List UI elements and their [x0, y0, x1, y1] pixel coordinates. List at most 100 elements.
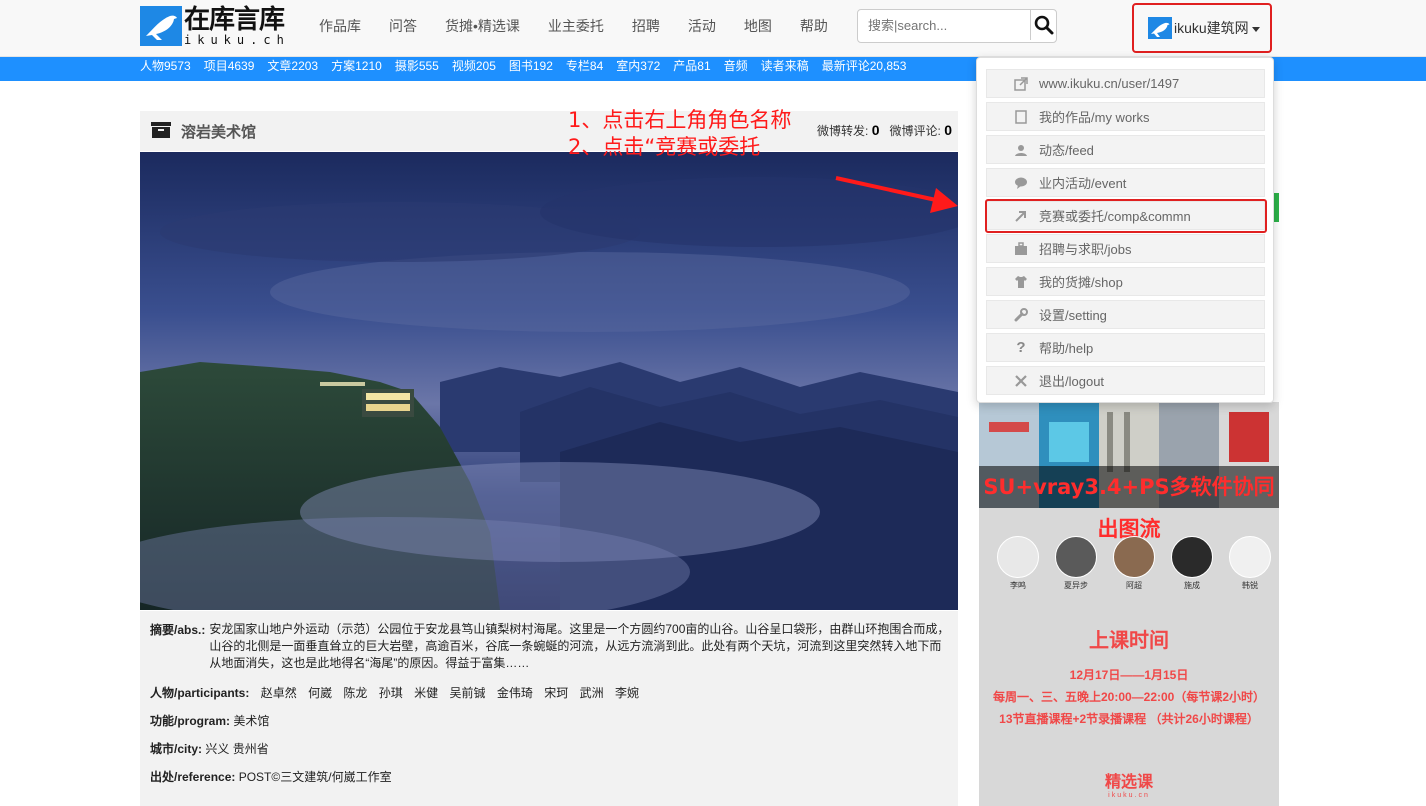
weibo-comment-count: 0 — [944, 122, 952, 138]
teacher-avatar — [1055, 536, 1097, 578]
participant-link[interactable]: 金伟琦 — [497, 686, 533, 700]
teacher-avatar — [1113, 536, 1155, 578]
works-icon — [1013, 109, 1029, 125]
annotation-step2: 2、点击“竞赛或委托 — [568, 135, 761, 159]
top-header: 在库言库 ikuku.ch 作品库 问答 货摊•精选课 业主委托 招聘 活动 地… — [0, 0, 1426, 57]
stat-columns[interactable]: 专栏84 — [566, 57, 603, 81]
teacher-item: 施成 — [1163, 536, 1221, 591]
menu-item-label: 我的货摊/shop — [1039, 275, 1123, 290]
chat-bubble-icon — [1013, 175, 1029, 191]
search-box — [857, 9, 1057, 43]
nav-map[interactable]: 地图 — [730, 0, 786, 56]
stat-photography[interactable]: 摄影555 — [395, 57, 439, 81]
participant-link[interactable]: 宋珂 — [544, 686, 568, 700]
stat-latest-comments[interactable]: 最新评论20,853 — [822, 57, 907, 81]
menu-item-setting[interactable]: 设置/setting — [986, 300, 1265, 329]
site-logo[interactable]: 在库言库 ikuku.ch — [140, 6, 290, 46]
nav-jobs[interactable]: 招聘 — [618, 0, 674, 56]
nav-help[interactable]: 帮助 — [786, 0, 842, 56]
question-icon: ? — [1016, 339, 1026, 356]
city-label: 城市/city: — [150, 742, 203, 756]
stat-products[interactable]: 产品81 — [673, 57, 710, 81]
menu-item-label: 帮助/help — [1039, 341, 1094, 356]
teacher-item: 阿超 — [1105, 536, 1163, 591]
article-meta: 摘要/abs.: 安龙国家山地户外运动（示范）公园位于安龙县笃山镇梨树村海尾。这… — [140, 611, 958, 806]
class-schedule: 每周一、三、五晚上20:00—22:00（每节课2小时） — [992, 690, 1266, 704]
reference-value: POST©三文建筑/何崴工作室 — [238, 770, 392, 784]
menu-item-label: 退出/logout — [1039, 374, 1105, 389]
participant-link[interactable]: 何崴 — [308, 686, 332, 700]
teacher-item: 李鸣 — [989, 536, 1047, 591]
menu-item-label: 招聘与求职/jobs — [1039, 242, 1132, 257]
menu-item-label: 业内活动/event — [1039, 176, 1127, 191]
nav-works[interactable]: 作品库 — [305, 0, 375, 56]
menu-item-profile-url[interactable]: www.ikuku.cn/user/1497 — [986, 69, 1265, 98]
city-row: 城市/city: 兴义 贵州省 — [150, 740, 269, 757]
abstract-row: 摘要/abs.: 安龙国家山地户外运动（示范）公园位于安龙县笃山镇梨树村海尾。这… — [150, 621, 950, 672]
participant-link[interactable]: 孙琪 — [379, 686, 403, 700]
participant-link[interactable]: 陈龙 — [343, 686, 367, 700]
participant-link[interactable]: 吴前铖 — [450, 686, 486, 700]
teacher-list: 李鸣 夏异步 阿超 施成 韩锐 — [989, 536, 1279, 591]
course-ad[interactable]: SU+vray3.4+PS多软件协同出图流 李鸣 夏异步 阿超 施成 韩锐 上课… — [979, 402, 1279, 806]
nav-events[interactable]: 活动 — [674, 0, 730, 56]
stat-articles[interactable]: 文章2203 — [267, 57, 318, 81]
stat-books[interactable]: 图书192 — [509, 57, 553, 81]
external-link-icon — [1013, 76, 1029, 92]
stat-interior[interactable]: 室内372 — [616, 57, 660, 81]
green-accent — [1274, 193, 1279, 222]
program-value[interactable]: 美术馆 — [233, 714, 269, 728]
feed-icon — [1013, 142, 1029, 158]
ad-banner-text: SU+vray3.4+PS多软件协同出图流 — [979, 466, 1279, 541]
search-button[interactable] — [1030, 10, 1056, 40]
teacher-name: 韩锐 — [1242, 581, 1258, 590]
stat-people[interactable]: 人物9573 — [140, 57, 191, 81]
nav-shop-courses[interactable]: 货摊•精选课 — [431, 0, 534, 56]
class-count: 13节直播课程+2节录播课程 （共计26小时课程） — [999, 712, 1259, 726]
wrench-icon — [1013, 307, 1029, 323]
nav-commission[interactable]: 业主委托 — [534, 0, 618, 56]
hero-photo[interactable] — [140, 152, 958, 610]
nav-qa[interactable]: 问答 — [375, 0, 431, 56]
class-date-range: 12月17日——1月15日 — [1069, 668, 1189, 682]
search-input[interactable] — [858, 10, 1030, 40]
participant-link[interactable]: 赵卓然 — [261, 686, 297, 700]
bird-logo-icon — [140, 6, 182, 46]
menu-item-logout[interactable]: 退出/logout — [986, 366, 1265, 395]
article-title: 溶岩美术馆 — [181, 124, 257, 141]
ad-footer: 精选课 ikuku.cn — [979, 768, 1279, 799]
close-icon — [1013, 373, 1029, 389]
city-value[interactable]: 兴义 贵州省 — [205, 742, 268, 756]
stat-projects[interactable]: 项目4639 — [204, 57, 255, 81]
participant-link[interactable]: 李婉 — [615, 686, 639, 700]
stat-schemes[interactable]: 方案1210 — [331, 57, 382, 81]
abstract-text: 安龙国家山地户外运动（示范）公园位于安龙县笃山镇梨树村海尾。这里是一个方圆约70… — [209, 622, 950, 670]
stat-video[interactable]: 视频205 — [452, 57, 496, 81]
teacher-avatar — [1229, 536, 1271, 578]
menu-item-help[interactable]: ? 帮助/help — [986, 333, 1265, 362]
menu-item-event[interactable]: 业内活动/event — [986, 168, 1265, 197]
ad-footer-label: 精选课 — [1104, 774, 1153, 791]
menu-item-jobs[interactable]: 招聘与求职/jobs — [986, 234, 1265, 263]
menu-item-label: 动态/feed — [1039, 143, 1094, 158]
user-avatar — [1148, 17, 1172, 39]
user-menu-toggle[interactable]: ikuku建筑网 — [1132, 3, 1272, 53]
participant-link[interactable]: 武洲 — [580, 686, 604, 700]
weibo-comment-label: 微博评论: — [889, 124, 941, 138]
participant-link[interactable]: 米健 — [414, 686, 438, 700]
program-label: 功能/program: — [150, 714, 231, 728]
stat-audio[interactable]: 音频 — [724, 57, 748, 81]
stat-reader-posts[interactable]: 读者来稿 — [761, 57, 809, 81]
class-time-title: 上课时间 — [1089, 630, 1169, 652]
teacher-name: 施成 — [1184, 581, 1200, 590]
menu-item-shop[interactable]: 我的货摊/shop — [986, 267, 1265, 296]
participants-row: 人物/participants: 赵卓然 何崴 陈龙 孙琪 米健 吴前铖 金伟琦… — [150, 684, 639, 701]
reference-row: 出处/reference: POST©三文建筑/何崴工作室 — [150, 768, 392, 785]
menu-item-my-works[interactable]: 我的作品/my works — [986, 102, 1265, 131]
menu-item-feed[interactable]: 动态/feed — [986, 135, 1265, 164]
teacher-name: 夏异步 — [1064, 581, 1088, 590]
weibo-repost-count: 0 — [871, 122, 880, 138]
teacher-avatar — [997, 536, 1039, 578]
caret-down-icon — [1251, 26, 1260, 32]
menu-item-label: 我的作品/my works — [1039, 110, 1150, 125]
